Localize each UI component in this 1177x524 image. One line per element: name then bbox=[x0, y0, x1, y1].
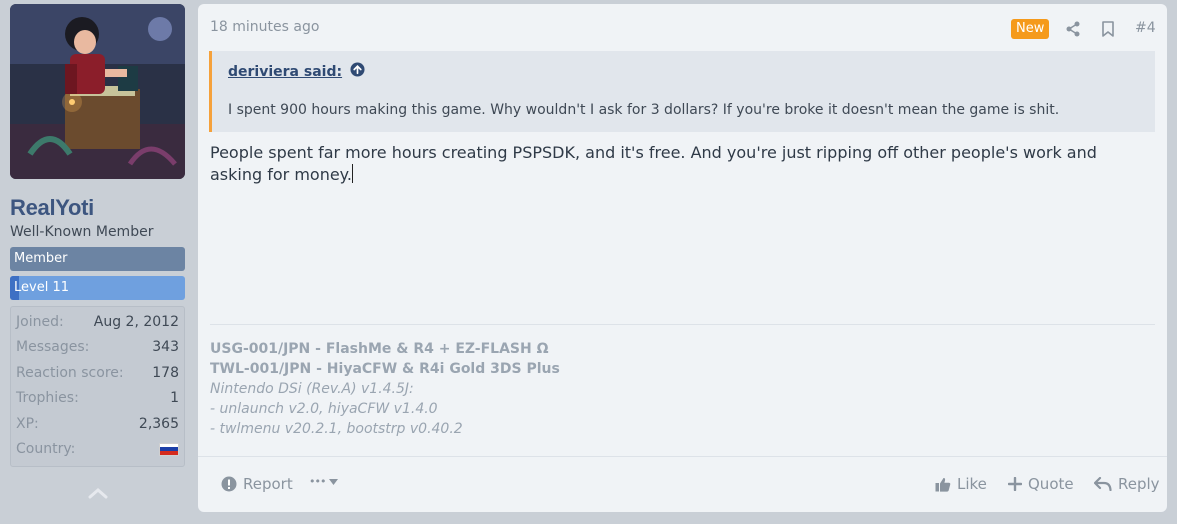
thumbs-up-icon bbox=[935, 477, 951, 492]
collapse-user-info-button[interactable] bbox=[87, 485, 109, 504]
avatar[interactable] bbox=[10, 4, 185, 179]
reply-icon bbox=[1094, 477, 1112, 491]
quote-label: Quote bbox=[1028, 475, 1074, 493]
report-label: Report bbox=[243, 475, 293, 493]
like-label: Like bbox=[957, 475, 987, 493]
user-sidebar: RealYoti Well-Known Member Member Level … bbox=[0, 0, 196, 524]
stat-joined: Joined: Aug 2, 2012 bbox=[16, 309, 179, 335]
stat-country: Country: bbox=[16, 437, 179, 463]
bookmark-button[interactable] bbox=[1101, 21, 1115, 41]
jump-to-quote-button[interactable] bbox=[350, 62, 365, 81]
level-banner: Level 11 bbox=[10, 276, 185, 300]
signature-divider bbox=[210, 324, 1155, 325]
text-cursor bbox=[351, 164, 353, 183]
chevron-up-icon bbox=[88, 488, 108, 499]
stat-value: 2,365 bbox=[138, 415, 179, 432]
stat-label: Joined: bbox=[16, 313, 64, 330]
stat-label: Reaction score: bbox=[16, 364, 124, 381]
stat-reaction-score: Reaction score: 178 bbox=[16, 360, 179, 386]
post-content: 18 minutes ago New #4 deriviera said: I … bbox=[198, 4, 1167, 512]
post-number-link[interactable]: #4 bbox=[1135, 20, 1156, 36]
quote-text: I spent 900 hours making this game. Why … bbox=[228, 102, 1060, 118]
signature-line: TWL-001/JPN - HiyaCFW & R4i Gold 3DS Plu… bbox=[210, 361, 560, 377]
share-icon bbox=[1066, 21, 1080, 37]
stat-value[interactable]: 1 bbox=[170, 390, 179, 406]
post-timestamp[interactable]: 18 minutes ago bbox=[210, 19, 319, 35]
plus-icon bbox=[1008, 477, 1022, 491]
user-stats: Joined: Aug 2, 2012 Messages: 343 Reacti… bbox=[10, 306, 185, 467]
arrow-up-circle-icon bbox=[350, 62, 365, 77]
bookmark-icon bbox=[1102, 21, 1114, 37]
avatar-image bbox=[10, 4, 185, 179]
signature-line: Nintendo DSi (Rev.A) v1.4.5J: bbox=[210, 381, 414, 397]
more-options-button[interactable]: ••• bbox=[309, 475, 339, 488]
stat-value: 178 bbox=[152, 364, 179, 381]
stat-label: XP: bbox=[16, 415, 39, 432]
username[interactable]: RealYoti bbox=[10, 195, 94, 221]
stat-xp: XP: 2,365 bbox=[16, 411, 179, 437]
report-button[interactable]: Report bbox=[221, 475, 293, 493]
russia-flag-icon bbox=[159, 442, 179, 456]
stat-trophies: Trophies: 1 bbox=[16, 386, 179, 412]
quote-header: deriviera said: bbox=[228, 62, 365, 81]
level-label: Level 11 bbox=[14, 280, 69, 295]
reply-button[interactable]: Reply bbox=[1094, 475, 1160, 493]
stat-label: Trophies: bbox=[16, 390, 79, 407]
like-button[interactable]: Like bbox=[935, 475, 987, 493]
stat-value[interactable]: 343 bbox=[152, 339, 179, 355]
stat-messages: Messages: 343 bbox=[16, 335, 179, 361]
message-body: People spent far more hours creating PSP… bbox=[210, 142, 1140, 186]
member-banner: Member bbox=[10, 247, 185, 271]
user-title: Well-Known Member bbox=[10, 224, 154, 240]
message-text: People spent far more hours creating PSP… bbox=[210, 143, 1097, 184]
signature-line: - unlaunch v2.0, hiyaCFW v1.4.0 bbox=[210, 401, 438, 417]
share-button[interactable] bbox=[1065, 21, 1081, 41]
reply-label: Reply bbox=[1118, 475, 1160, 493]
alert-circle-icon bbox=[221, 476, 237, 492]
stat-value: Aug 2, 2012 bbox=[93, 313, 179, 330]
caret-down-icon bbox=[329, 478, 339, 485]
signature: USG-001/JPN - FlashMe & R4 + EZ-FLASH Ω … bbox=[210, 339, 560, 439]
stat-label: Messages: bbox=[16, 339, 90, 356]
more-label: ••• bbox=[309, 475, 326, 488]
quote-block: deriviera said: I spent 900 hours making… bbox=[209, 51, 1155, 132]
new-badge: New bbox=[1011, 19, 1050, 39]
signature-line: - twlmenu v20.2.1, bootstrp v0.40.2 bbox=[210, 421, 463, 437]
flag-stripe bbox=[160, 451, 178, 455]
footer-divider bbox=[198, 456, 1167, 457]
quote-button[interactable]: Quote bbox=[1008, 475, 1074, 493]
signature-line: USG-001/JPN - FlashMe & R4 + EZ-FLASH Ω bbox=[210, 341, 549, 357]
stat-label: Country: bbox=[16, 441, 76, 458]
quote-author-link[interactable]: deriviera said: bbox=[228, 64, 342, 80]
